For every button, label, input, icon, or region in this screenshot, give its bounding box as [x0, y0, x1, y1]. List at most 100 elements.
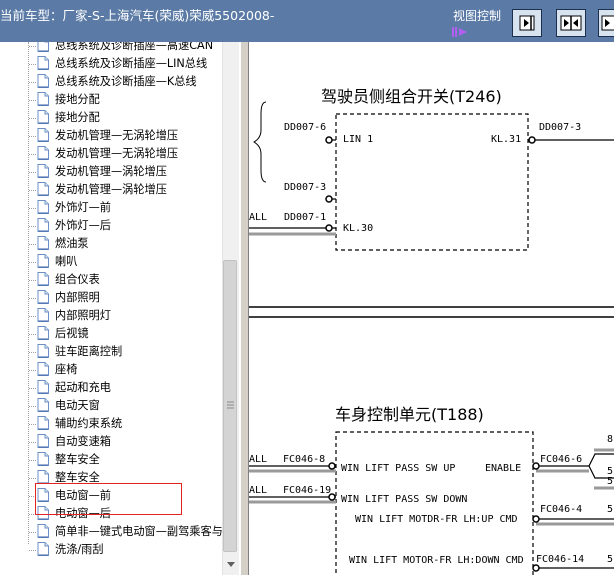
tree-item[interactable]: 驻车距离控制 [0, 343, 225, 361]
tree-connector [29, 532, 36, 533]
document-icon [37, 542, 49, 556]
fit-page-button[interactable] [598, 9, 614, 37]
tree-item[interactable]: 外饰灯—前 [0, 199, 225, 217]
tree-item-label: 座椅 [55, 363, 78, 376]
tree-item-label: 发动机管理—涡轮增压 [55, 183, 167, 196]
tree-item-label: 总线系统及诊断插座—高速CAN [55, 42, 214, 52]
tree-item[interactable]: 燃油泵 [0, 235, 225, 253]
pin-label: KL.30 [343, 223, 373, 234]
signal-label: WIN LIFT PASS SW UP [341, 463, 455, 474]
document-icon [37, 218, 49, 232]
edge-label: 5 [607, 476, 613, 487]
tree-item[interactable]: 发动机管理—涡轮增压 [0, 181, 225, 199]
pin-label: KL.31 [491, 134, 521, 145]
tree-item-label: 组合仪表 [55, 273, 100, 286]
tree-item[interactable]: 整车安全 [0, 451, 225, 469]
tree-item[interactable]: 发动机管理—无涡轮增压 [0, 145, 225, 163]
tree-item-label: 简单非—键式电动窗—副驾乘客与 [55, 525, 223, 538]
component-title-t246: 驾驶员侧组合开关(T246) [321, 87, 502, 106]
fit-right-button[interactable] [512, 9, 542, 37]
fit-right-icon [519, 15, 535, 31]
tree-connector [29, 370, 36, 371]
tree-connector [29, 298, 36, 299]
document-icon [37, 56, 49, 70]
document-icon [37, 74, 49, 88]
document-icon [37, 416, 49, 430]
tree-item[interactable]: 接地分配 [0, 109, 225, 127]
wire-label: FC046-19 [283, 485, 331, 496]
tree-connector [29, 154, 36, 155]
tree-connector [29, 118, 36, 119]
fit-width-button[interactable] [556, 9, 586, 37]
tree-panel: 总线系统及诊断插座—高速CAN 总线系统及诊断插座—LIN总线 总线系统及诊断插座—… [0, 42, 240, 575]
component-title-t188: 车身控制单元(T188) [335, 405, 484, 424]
wire-label: FC046-8 [283, 454, 325, 465]
document-icon [37, 42, 49, 52]
wire-label: ALL [249, 212, 267, 223]
tree-item-label: 总线系统及诊断插座—K总线 [55, 75, 197, 88]
tree-item[interactable]: 总线系统及诊断插座—K总线 [0, 73, 225, 91]
tree-item[interactable]: 发动机管理—无涡轮增压 [0, 127, 225, 145]
tree-item[interactable]: 自动变速箱 [0, 433, 225, 451]
document-icon [37, 290, 49, 304]
view-control-label: 视图控制 [453, 9, 502, 23]
tree-item-label: 自动变速箱 [55, 435, 111, 448]
tree-connector [29, 64, 36, 65]
fit-width-icon [560, 15, 582, 31]
tree-connector [29, 406, 36, 407]
wire-label: DD007-3 [539, 122, 581, 133]
wire-label: FC046-4 [540, 504, 582, 515]
tree-connector [29, 316, 36, 317]
tree-item-label: 洗涤/雨刮 [55, 543, 104, 556]
tree-item[interactable]: 接地分配 [0, 91, 225, 109]
panel-splitter[interactable] [240, 42, 249, 575]
tree-connector [29, 172, 36, 173]
tree-item-label: 后视镜 [55, 327, 89, 340]
document-icon [37, 362, 49, 376]
tree-connector [29, 244, 36, 245]
tree-connector [29, 388, 36, 389]
selection-highlight [35, 483, 182, 515]
signal-label: WIN LIFT MOTOR-FR LH:DOWN CMD [349, 555, 524, 566]
document-icon [37, 236, 49, 250]
tree-item[interactable]: 喇叭 [0, 253, 225, 271]
edge-label: 5 [607, 504, 613, 515]
app-window: 当前车型：厂家-S-上海汽车(荣威)荣威5502008- 视图控制 总线系统及诊… [0, 0, 614, 575]
wire-label: FC046-6 [540, 454, 582, 465]
tree-item[interactable]: 组合仪表 [0, 271, 225, 289]
tree-item-label: 外饰灯—前 [55, 201, 111, 214]
tree-connector [29, 136, 36, 137]
tree-item[interactable]: 总线系统及诊断插座—高速CAN [0, 42, 225, 55]
tree-item[interactable]: 内部照明 [0, 289, 225, 307]
tree-item[interactable]: 简单非—键式电动窗—副驾乘客与 [0, 523, 225, 541]
tree-item[interactable]: 起动和充电 [0, 379, 225, 397]
wire-label: DD007-1 [284, 212, 326, 223]
tree-item-label: 整车安全 [55, 453, 100, 466]
tree-item[interactable]: 座椅 [0, 361, 225, 379]
tree-item-label: 内部照明 [55, 291, 100, 304]
document-icon [37, 272, 49, 286]
fit-page-icon [601, 15, 614, 31]
tree-item[interactable]: 洗涤/雨刮 [0, 541, 225, 559]
tree-item-label: 接地分配 [55, 111, 100, 124]
tree-item[interactable]: 内部照明灯 [0, 307, 225, 325]
tree-item-label: 辅助约束系统 [55, 417, 123, 430]
view-control-icon[interactable] [452, 26, 470, 38]
document-icon [37, 164, 49, 178]
pin-label: LIN 1 [343, 134, 373, 145]
tree-item-label: 接地分配 [55, 93, 100, 106]
tree-item[interactable]: 发动机管理—涡轮增压 [0, 163, 225, 181]
document-icon [37, 398, 49, 412]
tree-item[interactable]: 后视镜 [0, 325, 225, 343]
tree-item-label: 内部照明灯 [55, 309, 111, 322]
tree-item-label: 总线系统及诊断插座—LIN总线 [55, 57, 208, 70]
scroll-down-arrow-icon[interactable] [224, 556, 238, 572]
tree-item[interactable]: 外饰灯—后 [0, 217, 225, 235]
signal-label: WIN LIFT MOTDR-FR LH:UP CMD [355, 514, 518, 525]
tree-connector [29, 262, 36, 263]
tree-item[interactable]: 电动天窗 [0, 397, 225, 415]
wire-label: ALL [249, 454, 267, 465]
tree-item[interactable]: 辅助约束系统 [0, 415, 225, 433]
tree-connector [29, 190, 36, 191]
tree-item[interactable]: 总线系统及诊断插座—LIN总线 [0, 55, 225, 73]
